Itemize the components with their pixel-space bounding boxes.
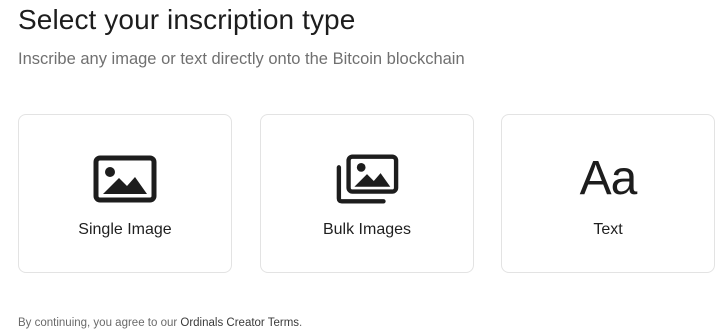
text-aa-glyph: Aa <box>579 152 638 205</box>
terms-notice: By continuing, you agree to our Ordinals… <box>18 317 302 329</box>
page-title: Select your inscription type <box>18 4 356 35</box>
single-image-label: Single Image <box>78 221 172 238</box>
ordinals-creator-terms-link[interactable]: Ordinals Creator Terms <box>180 317 299 329</box>
images-stack-icon <box>335 153 399 205</box>
bulk-images-option[interactable]: Bulk Images <box>260 114 474 273</box>
inscription-type-options: Single Image Bulk Images Aa Text <box>18 114 718 275</box>
page-subtitle: Inscribe any image or text directly onto… <box>18 50 465 68</box>
terms-suffix: . <box>299 317 303 329</box>
single-image-option[interactable]: Single Image <box>18 114 232 273</box>
image-icon <box>93 153 157 205</box>
text-aa-icon: Aa <box>576 153 640 205</box>
bulk-images-label: Bulk Images <box>322 221 412 238</box>
text-option[interactable]: Aa Text <box>501 114 715 273</box>
inscription-type-page: Select your inscription type Inscribe an… <box>0 0 720 335</box>
text-label: Text <box>593 221 623 238</box>
terms-prefix: By continuing, you agree to our <box>18 317 181 329</box>
